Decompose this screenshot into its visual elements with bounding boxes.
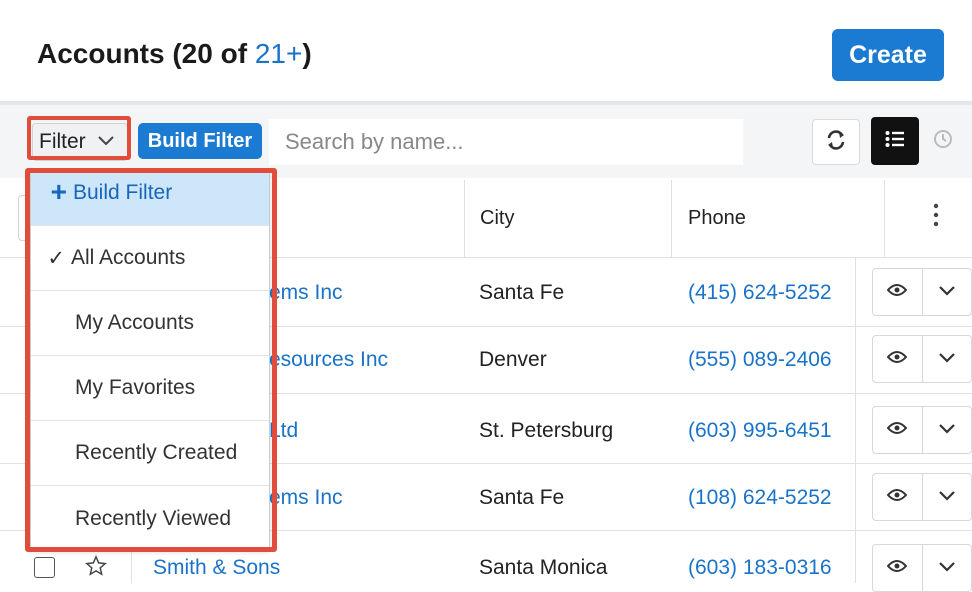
eye-icon <box>886 350 908 369</box>
preview-button[interactable] <box>873 269 922 315</box>
chevron-down-icon <box>938 421 955 439</box>
row-actions-dropdown[interactable] <box>921 336 972 382</box>
row-checkbox[interactable] <box>34 557 55 578</box>
preview-button[interactable] <box>873 474 922 520</box>
activity-stream-button[interactable] <box>922 117 964 165</box>
page-title-close: ) <box>302 38 312 69</box>
account-phone-link[interactable]: (108) 624-5252 <box>688 486 832 510</box>
record-count: 21+ <box>254 38 303 69</box>
account-name-link[interactable]: ems Inc <box>269 486 343 510</box>
list-view-icon <box>885 130 905 153</box>
account-phone-link[interactable]: (415) 624-5252 <box>688 281 832 305</box>
chevron-down-icon <box>938 559 955 577</box>
column-divider <box>855 257 856 583</box>
column-divider <box>884 180 885 257</box>
row-actions <box>872 335 972 383</box>
page-title-text: Accounts (20 of <box>37 38 255 69</box>
account-city: Denver <box>479 348 547 371</box>
preview-button[interactable] <box>873 545 922 591</box>
chevron-down-icon <box>938 488 955 506</box>
row-actions-dropdown[interactable] <box>921 269 972 315</box>
favorite-star-icon[interactable] <box>85 555 107 582</box>
row-actions-dropdown[interactable] <box>921 545 972 591</box>
row-actions <box>872 544 972 592</box>
column-header-city[interactable]: City <box>480 180 514 257</box>
search-input[interactable] <box>269 119 743 165</box>
eye-icon <box>886 421 908 440</box>
clock-icon <box>933 129 953 154</box>
eye-icon <box>886 559 908 578</box>
page-title: Accounts (20 of 21+) <box>37 38 312 70</box>
filter-dropdown-highlight <box>27 116 131 160</box>
eye-icon <box>886 283 908 302</box>
filter-menu-highlight <box>25 168 277 552</box>
column-options-icon[interactable] <box>926 202 946 233</box>
chevron-down-icon <box>938 283 955 301</box>
account-phone-link[interactable]: (603) 995-6451 <box>688 419 832 443</box>
preview-button[interactable] <box>873 336 922 382</box>
chevron-down-icon <box>938 350 955 368</box>
account-city: St. Petersburg <box>479 419 614 442</box>
account-city: Santa Monica <box>479 556 608 579</box>
row-actions-dropdown[interactable] <box>921 474 972 520</box>
column-header-phone[interactable]: Phone <box>688 180 746 257</box>
row-actions <box>872 473 972 521</box>
row-actions <box>872 406 972 454</box>
refresh-button[interactable] <box>812 119 860 165</box>
account-phone-link[interactable]: (603) 183-0316 <box>688 556 832 580</box>
account-name-link[interactable]: esources Inc <box>269 348 388 372</box>
list-view-button[interactable] <box>871 117 919 165</box>
create-button[interactable]: Create <box>832 29 944 81</box>
column-divider <box>671 180 672 257</box>
eye-icon <box>886 488 908 507</box>
build-filter-pill[interactable]: Build Filter <box>138 123 262 159</box>
row-actions-dropdown[interactable] <box>921 407 972 453</box>
account-phone-link[interactable]: (555) 089-2406 <box>688 348 832 372</box>
row-actions <box>872 268 972 316</box>
column-divider <box>464 180 465 257</box>
account-name-link[interactable]: Smith & Sons <box>153 556 280 580</box>
account-city: Santa Fe <box>479 486 565 509</box>
account-city: Santa Fe <box>479 281 565 304</box>
refresh-icon <box>825 129 847 156</box>
preview-button[interactable] <box>873 407 922 453</box>
account-name-link[interactable]: ems Inc <box>269 281 343 305</box>
